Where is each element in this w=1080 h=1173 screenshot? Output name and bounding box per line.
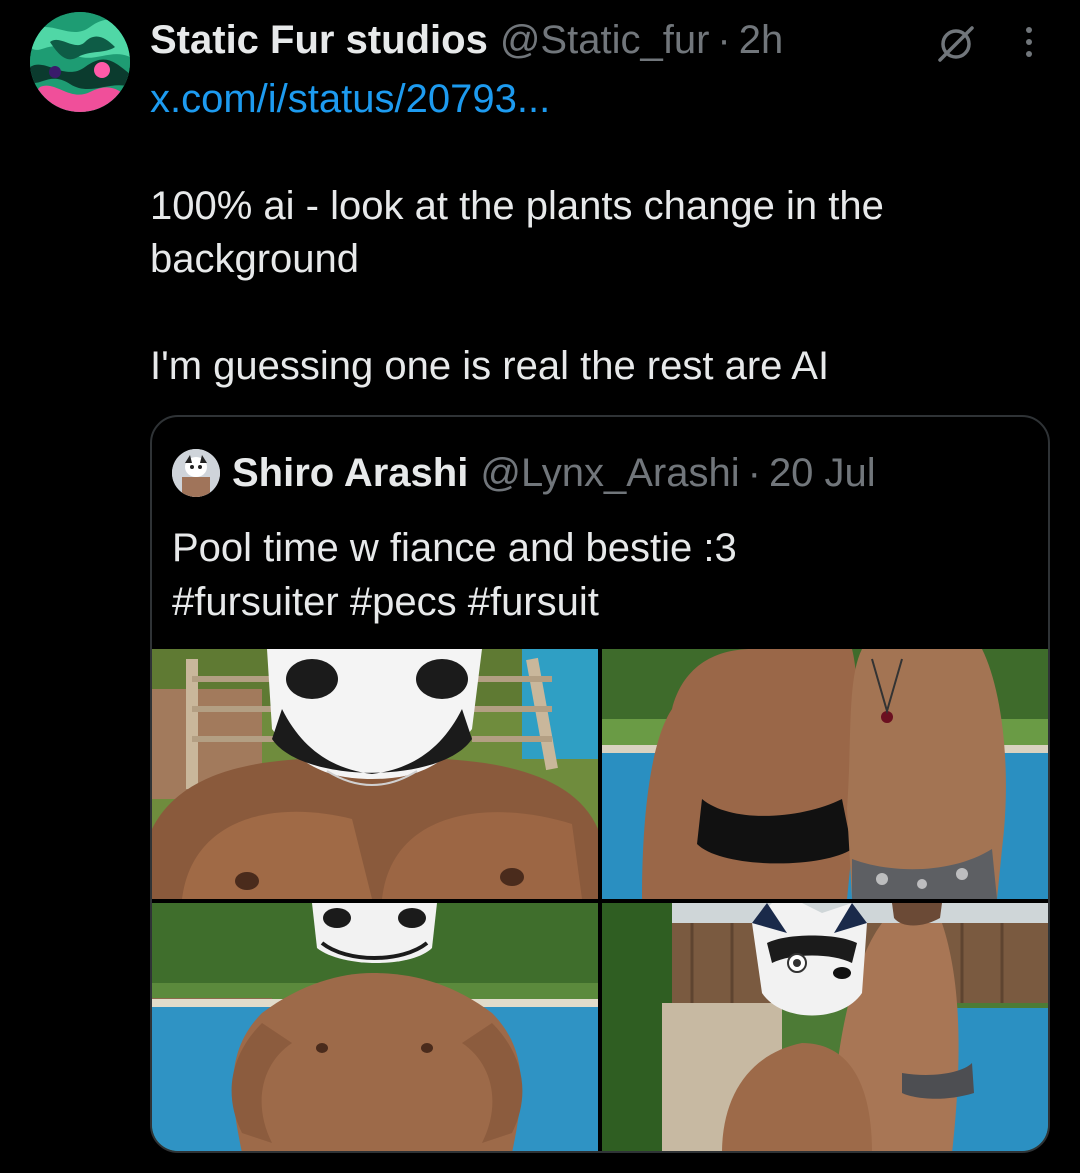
separator-dot: · <box>717 18 731 62</box>
quoted-author-handle[interactable]: @Lynx_Arashi <box>480 447 739 499</box>
media-photo-3[interactable] <box>152 903 598 1151</box>
quoted-author-name[interactable]: Shiro Arashi <box>232 447 468 499</box>
media-photo-4[interactable] <box>602 903 1048 1151</box>
quoted-post-time[interactable]: 20 Jul <box>769 447 876 499</box>
more-vertical-icon[interactable] <box>1022 24 1036 60</box>
grok-icon[interactable] <box>936 24 976 64</box>
quoted-hashtags[interactable]: #fursuiter #pecs #fursuit <box>172 575 1032 629</box>
tweet-header: Static Fur studios @Static_fur · 2h <box>150 16 783 64</box>
media-photo-1[interactable] <box>152 649 598 899</box>
avatar-icon <box>30 12 130 112</box>
quoted-avatar-icon <box>172 449 220 497</box>
quoted-header: Shiro Arashi @Lynx_Arashi · 20 Jul <box>232 447 876 499</box>
tweet[interactable]: Static Fur studios @Static_fur · 2h x.co… <box>0 0 1080 1173</box>
tweet-text: 100% ai - look at the plants change in t… <box>150 180 1050 393</box>
quoted-text: Pool time w fiance and bestie :3 #fursui… <box>172 521 1032 629</box>
tweet-text-paragraph-2: I'm guessing one is real the rest are AI <box>150 344 830 388</box>
tweet-text-paragraph-1: 100% ai - look at the plants change in t… <box>150 184 884 281</box>
post-time[interactable]: 2h <box>739 16 784 64</box>
status-link[interactable]: x.com/i/status/20793... <box>150 74 550 124</box>
author-handle[interactable]: @Static_fur <box>500 16 710 64</box>
quoted-avatar[interactable] <box>172 449 220 497</box>
quoted-separator-dot: · <box>747 451 761 495</box>
avatar[interactable] <box>30 12 130 112</box>
quoted-text-line-1: Pool time w fiance and bestie :3 <box>172 526 737 570</box>
author-name[interactable]: Static Fur studios <box>150 16 488 64</box>
quoted-tweet[interactable]: Shiro Arashi @Lynx_Arashi · 20 Jul Pool … <box>150 415 1050 1153</box>
media-photo-2[interactable] <box>602 649 1048 899</box>
media-grid <box>152 649 1048 1151</box>
